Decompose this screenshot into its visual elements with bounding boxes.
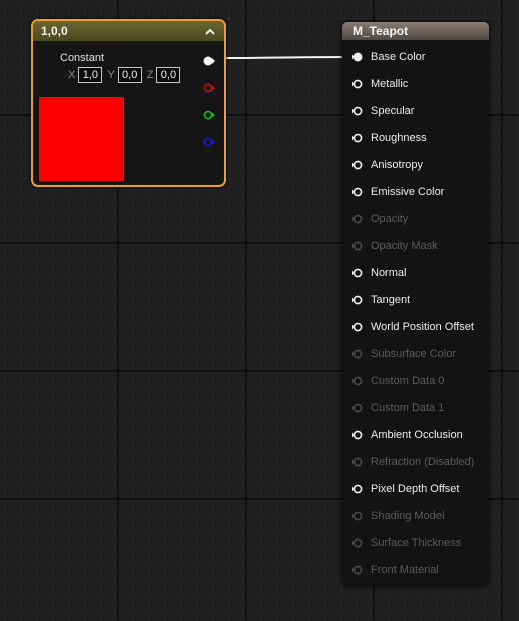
input-pin-icon [352, 375, 364, 387]
z-axis-label: Z [146, 69, 154, 81]
input-pin-icon[interactable] [352, 429, 364, 441]
input-pin-icon[interactable] [352, 159, 364, 171]
input-pin-ambient-occlusion[interactable]: Ambient Occlusion [352, 425, 463, 445]
input-pin-label: Specular [371, 105, 415, 117]
input-pin-icon[interactable] [352, 78, 364, 90]
input-pin-label: Base Color [371, 51, 426, 63]
z-value-field[interactable]: 0,0 [156, 67, 181, 83]
input-pin-label: Shading Model [371, 510, 445, 522]
input-pin-normal[interactable]: Normal [352, 263, 406, 283]
input-pin-world-position-offset[interactable]: World Position Offset [352, 317, 474, 337]
input-pin-icon [352, 456, 364, 468]
input-pin-metallic[interactable]: Metallic [352, 74, 408, 94]
input-pin-icon[interactable] [352, 51, 364, 63]
input-pin-opacity-mask: Opacity Mask [352, 236, 438, 256]
constant-label: Constant [60, 52, 105, 64]
x-axis-label: X [68, 69, 76, 81]
input-pin-custom-data-0: Custom Data 0 [352, 371, 444, 391]
input-pin-icon[interactable] [352, 294, 364, 306]
input-pin-label: Pixel Depth Offset [371, 483, 460, 495]
material-node-title[interactable]: M_Teapot [342, 22, 489, 40]
input-pin-label: Front Material [371, 564, 439, 576]
output-rgb-pin-icon[interactable] [203, 54, 215, 66]
input-pin-icon[interactable] [352, 267, 364, 279]
input-pin-custom-data-1: Custom Data 1 [352, 398, 444, 418]
material-node[interactable]: M_Teapot Base Color Metallic Specular Rough… [342, 22, 489, 586]
input-pin-label: Subsurface Color [371, 348, 456, 360]
output-red-pin-icon[interactable] [203, 81, 215, 93]
input-pin-icon [352, 510, 364, 522]
input-pin-subsurface-color: Subsurface Color [352, 344, 456, 364]
input-pin-icon[interactable] [352, 132, 364, 144]
input-pin-label: Surface Thickness [371, 537, 462, 549]
input-pin-front-material: Front Material [352, 560, 439, 580]
output-blue-pin-icon[interactable] [203, 135, 215, 147]
input-pin-anisotropy[interactable]: Anisotropy [352, 155, 423, 175]
constant-node[interactable]: 1,0,0 Constant X 1,0 Y 0,0 Z 0,0 [31, 19, 226, 187]
input-pin-icon [352, 537, 364, 549]
input-pin-label: Opacity Mask [371, 240, 438, 252]
input-pin-label: Refraction (Disabled) [371, 456, 475, 468]
input-pin-icon [352, 240, 364, 252]
input-pin-label: Custom Data 0 [371, 375, 445, 387]
input-pin-icon[interactable] [352, 105, 364, 117]
x-value-field[interactable]: 1,0 [78, 67, 103, 83]
input-pin-icon [352, 213, 364, 225]
input-pin-icon [352, 402, 364, 414]
input-pin-label: Ambient Occlusion [371, 429, 463, 441]
input-pin-surface-thickness: Surface Thickness [352, 533, 461, 553]
input-pin-label: Roughness [371, 132, 427, 144]
input-pin-icon[interactable] [352, 483, 364, 495]
input-pin-label: Normal [371, 267, 407, 279]
output-green-pin-icon[interactable] [203, 108, 215, 120]
color-preview-swatch [39, 97, 124, 181]
input-pin-icon [352, 564, 364, 576]
input-pin-roughness[interactable]: Roughness [352, 128, 427, 148]
input-pin-label: Anisotropy [371, 159, 423, 171]
chevron-up-icon[interactable] [204, 25, 216, 37]
input-pin-specular[interactable]: Specular [352, 101, 414, 121]
constant-node-header[interactable]: 1,0,0 [33, 21, 224, 41]
input-pin-pixel-depth-offset[interactable]: Pixel Depth Offset [352, 479, 459, 499]
input-pin-emissive-color[interactable]: Emissive Color [352, 182, 444, 202]
input-pin-label: Metallic [371, 78, 409, 90]
input-pin-label: Emissive Color [371, 186, 445, 198]
input-pin-refraction-disabled: Refraction (Disabled) [352, 452, 474, 472]
input-pin-icon[interactable] [352, 186, 364, 198]
input-pin-icon[interactable] [352, 321, 364, 333]
input-pin-icon [352, 348, 364, 360]
input-pin-opacity: Opacity [352, 209, 408, 229]
y-axis-label: Y [107, 69, 115, 81]
input-pin-label: Custom Data 1 [371, 402, 445, 414]
input-pin-label: Opacity [371, 213, 409, 225]
y-value-field[interactable]: 0,0 [117, 67, 142, 83]
input-pin-shading-model: Shading Model [352, 506, 444, 526]
input-pin-tangent[interactable]: Tangent [352, 290, 410, 310]
vector-values: X 1,0 Y 0,0 Z 0,0 [68, 67, 181, 83]
input-pin-label: Tangent [371, 294, 411, 306]
input-pin-base-color[interactable]: Base Color [352, 47, 425, 67]
input-pin-label: World Position Offset [371, 321, 474, 333]
constant-node-title: 1,0,0 [41, 24, 68, 38]
